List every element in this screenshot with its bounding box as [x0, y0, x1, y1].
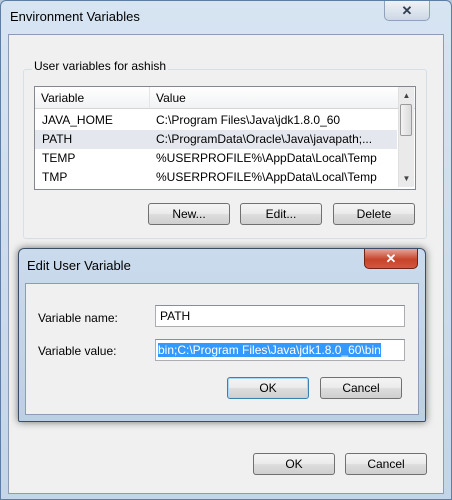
edit-button[interactable]: Edit... [240, 203, 322, 225]
dialog-title: Edit User Variable [27, 258, 131, 273]
dialog-cancel-button[interactable]: Cancel [320, 377, 402, 399]
table-row[interactable]: TMP %USERPROFILE%\AppData\Local\Temp [35, 168, 397, 187]
user-variables-list[interactable]: Variable Value JAVA_HOME C:\Program File… [34, 86, 416, 190]
row-value: %USERPROFILE%\AppData\Local\Temp [156, 170, 377, 184]
column-header-variable[interactable]: Variable [35, 87, 150, 109]
main-ok-button[interactable]: OK [253, 453, 335, 475]
new-button[interactable]: New... [148, 203, 230, 225]
row-value: C:\ProgramData\Oracle\Java\javapath;... [156, 132, 373, 146]
column-header-value[interactable]: Value [150, 87, 415, 109]
dialog-close-icon[interactable]: ✕ [364, 249, 418, 269]
selected-text[interactable]: bin;C:\Program Files\Java\jdk1.8.0_60\bi… [158, 343, 381, 357]
window-title: Environment Variables [10, 9, 140, 24]
row-variable: TEMP [42, 151, 76, 165]
dialog-ok-button[interactable]: OK [227, 377, 309, 399]
row-variable: JAVA_HOME [42, 113, 113, 127]
row-value: C:\Program Files\Java\jdk1.8.0_60 [156, 113, 341, 127]
variable-value-field[interactable]: bin;C:\Program Files\Java\jdk1.8.0_60\bi… [155, 339, 405, 361]
table-row[interactable]: TEMP %USERPROFILE%\AppData\Local\Temp [35, 149, 397, 168]
row-variable: PATH [42, 132, 73, 146]
variable-name-label: Variable name: [38, 311, 118, 325]
scroll-down-icon[interactable]: ▼ [399, 171, 414, 186]
group-label: User variables for ashish [32, 59, 169, 73]
variable-name-field[interactable]: PATH [155, 305, 405, 327]
row-variable: TMP [42, 170, 68, 184]
table-row-selected[interactable]: PATH C:\ProgramData\Oracle\Java\javapath… [35, 130, 397, 149]
variable-value-label: Variable value: [38, 344, 117, 358]
main-cancel-button[interactable]: Cancel [345, 453, 427, 475]
scroll-thumb[interactable] [400, 104, 412, 136]
close-icon[interactable]: ✕ [384, 1, 430, 21]
scroll-up-icon[interactable]: ▲ [399, 88, 414, 103]
list-scrollbar[interactable]: ▲ ▼ [398, 87, 414, 187]
table-row[interactable]: JAVA_HOME C:\Program Files\Java\jdk1.8.0… [35, 111, 397, 130]
row-value: %USERPROFILE%\AppData\Local\Temp [156, 151, 377, 165]
delete-button[interactable]: Delete [333, 203, 415, 225]
